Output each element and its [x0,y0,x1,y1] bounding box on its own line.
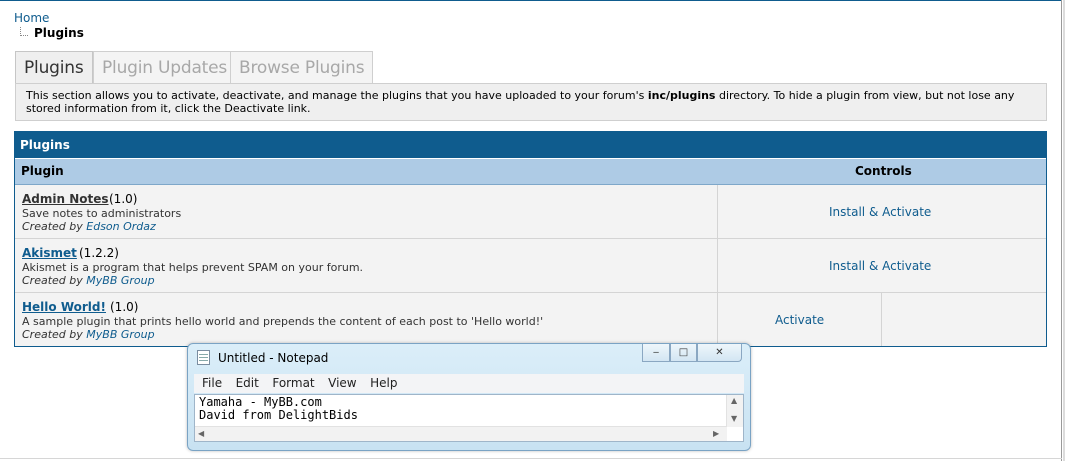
plugins-panel: Plugins Plugin Controls Admin Notes (1.0… [14,131,1047,347]
menu-edit[interactable]: Edit [236,374,259,393]
created-by-label: Created by [22,220,83,233]
menu-format[interactable]: Format [272,374,314,393]
right-border [1061,0,1062,461]
horizontal-scrollbar[interactable]: ◀ ▶ [195,426,727,441]
install-activate-link[interactable]: Install & Activate [829,205,931,219]
breadcrumb-home-link[interactable]: Home [14,11,49,25]
tab-plugins[interactable]: Plugins [15,51,93,85]
plugin-author-line: Created by Edson Ordaz [22,220,156,233]
column-divider-secondary [881,293,882,346]
plugin-author-line: Created by MyBB Group [22,328,155,341]
description-text-before: This section allows you to activate, dea… [26,89,648,102]
plugin-author-link[interactable]: Edson Ordaz [86,220,156,233]
menu-file[interactable]: File [202,374,222,393]
scroll-left-arrow-icon[interactable]: ◀ [198,429,204,438]
column-header-row: Plugin Controls [15,159,1046,185]
maximize-button[interactable]: □ [670,344,697,362]
notepad-window[interactable]: Untitled - Notepad ‒ □ ✕ File Edit Forma… [187,343,751,451]
plugin-row-admin-notes: Admin Notes (1.0) Save notes to administ… [15,185,1046,239]
tab-browse-plugins[interactable]: Browse Plugins [230,51,374,84]
plugin-name-link[interactable]: Akismet [22,246,77,260]
plugins-directory: inc/plugins [647,89,716,102]
plugin-row-hello-world: Hello World! (1.0) A sample plugin that … [15,293,1046,346]
top-border [0,0,1062,1]
plugin-version: (1.0) [110,300,139,314]
plugin-author-line: Created by MyBB Group [22,274,155,287]
menu-help[interactable]: Help [370,374,397,393]
bottom-border [0,458,1062,459]
column-divider [717,185,718,238]
vertical-scrollbar[interactable]: ▲ ▼ [726,395,743,427]
tab-plugin-updates[interactable]: Plugin Updates [93,51,237,84]
plugin-version: (1.2.2) [79,246,119,260]
notepad-title: Untitled - Notepad [218,351,329,365]
column-divider [717,293,718,346]
panel-title: Plugins [15,132,1046,159]
created-by-label: Created by [22,274,83,287]
plugin-description: Akismet is a program that helps prevent … [22,261,364,274]
column-divider [717,239,718,292]
notepad-icon [197,350,210,365]
close-button[interactable]: ✕ [697,344,742,362]
plugin-row-akismet: Akismet (1.2.2) Akismet is a program tha… [15,239,1046,293]
menu-view[interactable]: View [328,374,356,393]
plugin-author-link[interactable]: MyBB Group [86,328,154,341]
breadcrumb-current: Plugins [34,26,84,40]
plugin-description: A sample plugin that prints hello world … [22,315,544,328]
notepad-menubar: File Edit Format View Help [194,374,744,393]
created-by-label: Created by [22,328,83,341]
plugin-version: (1.0) [109,192,138,206]
column-header-controls: Controls [855,164,912,178]
notepad-text-line-2: David from DelightBids [199,408,358,422]
plugin-name-link[interactable]: Admin Notes [22,192,109,206]
scroll-up-arrow-icon[interactable]: ▲ [731,396,737,405]
scroll-right-arrow-icon[interactable]: ▶ [713,429,719,438]
install-activate-link[interactable]: Install & Activate [829,259,931,273]
column-header-plugin: Plugin [21,164,64,178]
scroll-down-arrow-icon[interactable]: ▼ [731,414,737,423]
activate-link[interactable]: Activate [775,313,824,327]
breadcrumb-tree-connector [20,27,28,36]
minimize-button[interactable]: ‒ [642,344,670,362]
plugin-name-link[interactable]: Hello World! [22,300,106,314]
notepad-text-area[interactable]: Yamaha - MyBB.com David from DelightBids… [194,394,744,442]
plugin-description: Save notes to administrators [22,207,182,220]
section-description: This section allows you to activate, dea… [15,83,1047,121]
plugin-author-link[interactable]: MyBB Group [86,274,154,287]
